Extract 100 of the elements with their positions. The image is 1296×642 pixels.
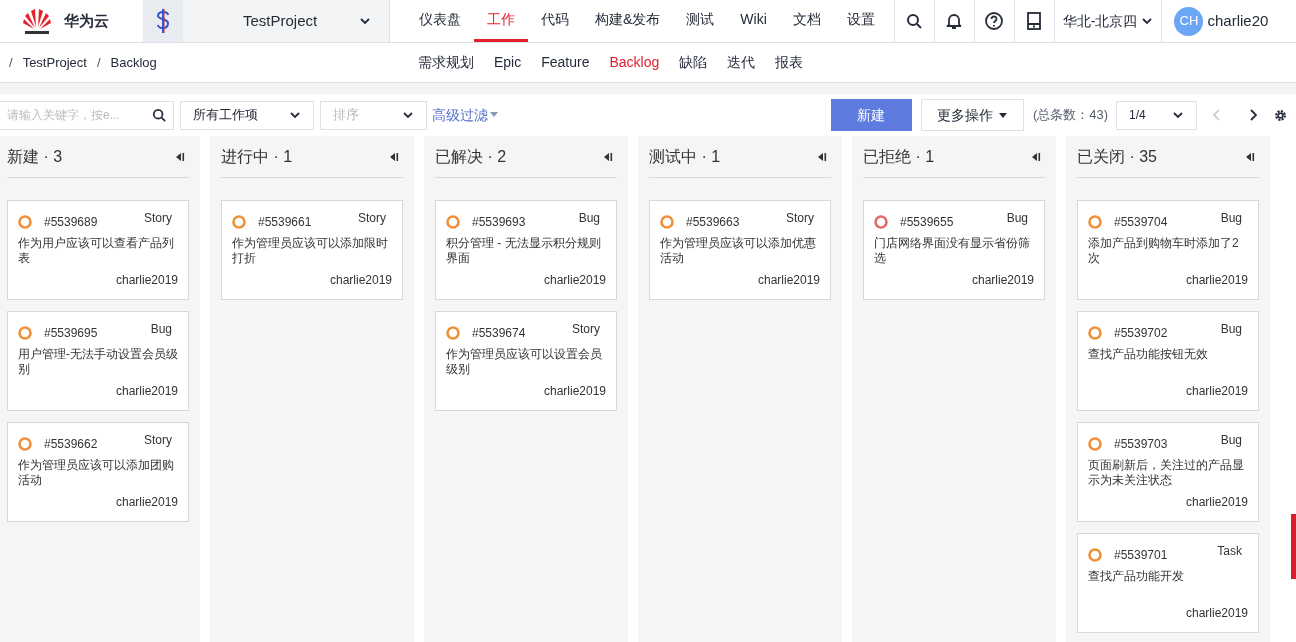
- item-type: Story: [358, 210, 386, 227]
- settings-icon[interactable]: [1273, 107, 1288, 123]
- chevron-down-icon: [359, 15, 371, 27]
- work-item-card[interactable]: #5539702 Bug 查找产品功能按钮无效 charlie2019: [1077, 311, 1259, 411]
- item-title: 作为管理员应该可以设置会员级别: [446, 347, 603, 377]
- caret-icon: [999, 112, 1008, 118]
- work-item-card[interactable]: #5539701 Task 查找产品功能开发 charlie2019: [1077, 533, 1259, 633]
- item-type: Bug: [1220, 210, 1242, 227]
- page-dropdown[interactable]: 1/4: [1116, 100, 1197, 130]
- nav-tab[interactable]: 设置: [833, 0, 888, 42]
- collapse-icon[interactable]: [1245, 151, 1255, 162]
- chevron-right-icon[interactable]: [1249, 109, 1257, 121]
- item-owner: charlie2019: [115, 494, 178, 511]
- item-owner: charlie2019: [115, 272, 178, 289]
- nav-tab[interactable]: 工作: [474, 0, 528, 42]
- work-item-card[interactable]: #5539663 Story 作为管理员应该可以添加优惠活动 charlie2019: [649, 200, 831, 300]
- search-field[interactable]: 请输入关键字，按e...: [0, 100, 174, 130]
- collapse-icon[interactable]: [175, 151, 185, 162]
- item-type: Bug: [1220, 321, 1242, 338]
- item-title: 作为管理员应该可以添加优惠活动: [660, 236, 817, 266]
- breadcrumb-link[interactable]: TestProject: [22, 52, 87, 73]
- nav-tab[interactable]: 代码: [528, 0, 582, 42]
- collapse-icon[interactable]: [603, 151, 613, 162]
- nav-tab[interactable]: 文档: [779, 0, 834, 42]
- item-owner: charlie2019: [757, 272, 820, 289]
- item-type: Bug: [1220, 432, 1242, 449]
- item-owner: charlie2019: [115, 383, 178, 400]
- nav-tab[interactable]: 测试: [673, 0, 728, 42]
- item-id: #5539701: [1114, 547, 1168, 564]
- column-title: 已拒绝 · 1: [863, 146, 935, 167]
- item-title: 查找产品功能按钮无效: [1088, 347, 1209, 363]
- work-item-card[interactable]: #5539693 Bug 积分管理 - 无法显示积分规则界面 charlie2019: [435, 200, 617, 300]
- type-filter-dropdown[interactable]: 所有工作项: [180, 100, 314, 130]
- column-title: 测试中 · 1: [649, 146, 721, 167]
- work-item-card[interactable]: #5539674 Story 作为管理员应该可以设置会员级别 charlie2019: [435, 311, 617, 411]
- total-count: (总条数：43): [1032, 106, 1108, 125]
- work-item-card[interactable]: #5539703 Bug 页面刷新后，关注过的产品显示为未关注状态 charlie2019: [1077, 422, 1259, 522]
- item-title: 页面刷新后，关注过的产品显示为未关注状态: [1088, 458, 1245, 488]
- mobile-icon[interactable]: [1027, 12, 1042, 30]
- item-id: #5539662: [44, 436, 98, 453]
- search-icon[interactable]: [906, 13, 923, 29]
- breadcrumb-link[interactable]: Backlog: [110, 52, 157, 73]
- breadcrumb-separator: /: [96, 53, 101, 72]
- subnav-tab[interactable]: 缺陷: [669, 52, 718, 73]
- nav-tab[interactable]: Wiki: [727, 0, 780, 42]
- column-title: 进行中 · 1: [221, 146, 293, 167]
- item-owner: charlie2019: [1185, 494, 1248, 511]
- item-id: #5539695: [44, 325, 98, 342]
- work-item-card[interactable]: #5539695 Bug 用户管理-无法手动设置会员级别 charlie2019: [7, 311, 189, 411]
- item-id: #5539655: [900, 214, 954, 231]
- item-id: #5539661: [258, 214, 312, 231]
- project-selector[interactable]: TestProject: [183, 0, 390, 42]
- collapse-icon[interactable]: [817, 151, 827, 162]
- nav-tab[interactable]: 仪表盘: [406, 0, 474, 42]
- item-owner: charlie2019: [543, 383, 606, 400]
- item-owner: charlie2019: [971, 272, 1034, 289]
- column-title: 已解决 · 2: [435, 146, 507, 167]
- item-title: 积分管理 - 无法显示积分规则界面: [446, 236, 602, 266]
- dollar-icon: [154, 8, 172, 34]
- item-title: 作为用户应该可以查看产品列表: [18, 236, 175, 266]
- item-id: #5539663: [686, 214, 740, 231]
- breadcrumb-separator: /: [9, 53, 13, 72]
- work-item-card[interactable]: #5539704 Bug 添加产品到购物车时添加了2次 charlie2019: [1077, 200, 1259, 300]
- subnav-tab[interactable]: 报表: [765, 52, 814, 73]
- advanced-filter-link[interactable]: 高级过滤: [432, 104, 498, 126]
- chevron-down-icon: [1172, 109, 1184, 121]
- collapse-icon[interactable]: [389, 151, 399, 162]
- item-id: #5539689: [44, 214, 98, 231]
- chevron-down-icon: [289, 109, 301, 121]
- work-item-card[interactable]: #5539662 Story 作为管理员应该可以添加团购活动 charlie2019: [7, 422, 189, 522]
- region-selector[interactable]: 华北-北京四: [1054, 0, 1163, 42]
- work-item-card[interactable]: #5539689 Story 作为用户应该可以查看产品列表 charlie2019: [7, 200, 189, 300]
- chevron-down-icon: [1141, 15, 1154, 27]
- item-title: 门店网络界面没有显示省份筛选: [874, 236, 1031, 266]
- user-name[interactable]: charlie20: [1207, 9, 1269, 33]
- subnav-tab[interactable]: 迭代: [717, 52, 766, 73]
- item-title: 查找产品功能开发: [1088, 569, 1185, 585]
- caret-icon: [490, 112, 498, 118]
- item-type: Story: [572, 321, 600, 338]
- new-button[interactable]: 新建: [830, 99, 912, 131]
- flower-logo-icon: [22, 7, 52, 35]
- collapse-icon[interactable]: [1031, 151, 1041, 162]
- item-type: Task: [1217, 543, 1242, 560]
- item-title: 用户管理-无法手动设置会员级别: [18, 347, 178, 377]
- bell-icon[interactable]: [946, 12, 963, 30]
- subnav-tab[interactable]: 需求规划: [408, 52, 484, 73]
- subnav-tab[interactable]: Epic: [484, 52, 532, 73]
- chevron-down-icon: [402, 109, 414, 121]
- nav-tab[interactable]: 构建&发布: [582, 0, 674, 42]
- more-actions-button[interactable]: 更多操作: [920, 99, 1024, 131]
- search-icon[interactable]: [152, 107, 166, 122]
- item-type: Story: [144, 432, 172, 449]
- work-item-card[interactable]: #5539655 Bug 门店网络界面没有显示省份筛选 charlie2019: [863, 200, 1045, 300]
- column-title: 新建 · 3: [7, 146, 63, 167]
- subnav-tab[interactable]: Backlog: [599, 52, 670, 73]
- item-id: #5539674: [472, 325, 526, 342]
- work-item-card[interactable]: #5539661 Story 作为管理员应该可以添加限时打折 charlie2019: [221, 200, 403, 300]
- subnav-tab[interactable]: Feature: [531, 52, 600, 73]
- help-icon[interactable]: [985, 12, 1004, 30]
- item-owner: charlie2019: [329, 272, 392, 289]
